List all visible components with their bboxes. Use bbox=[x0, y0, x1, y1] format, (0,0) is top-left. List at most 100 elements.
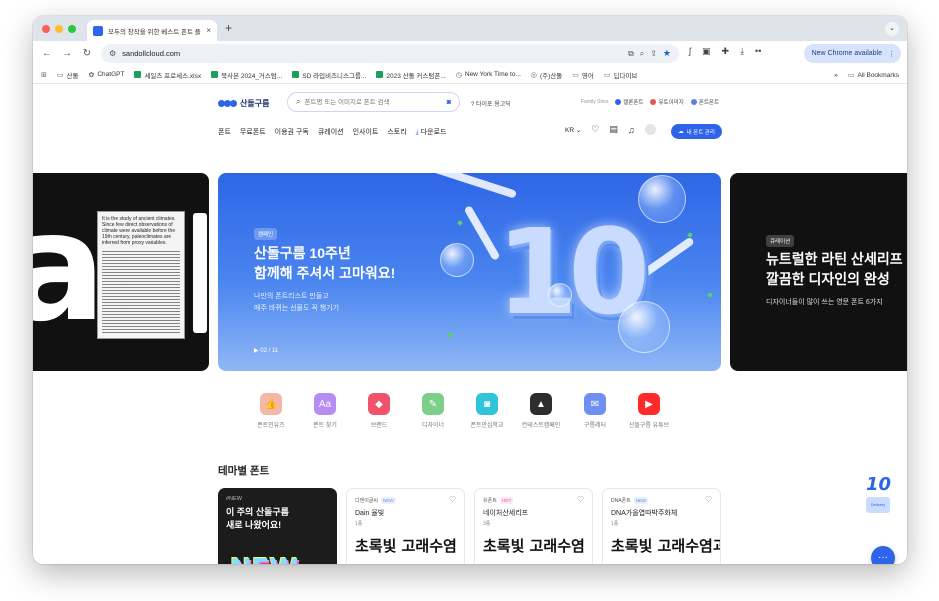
search-icon[interactable]: ⌕ bbox=[296, 97, 300, 107]
nav-subscription[interactable]: 이용권 구독 bbox=[275, 127, 309, 137]
nav-story[interactable]: 스토리 bbox=[387, 127, 406, 137]
carousel-slide-active[interactable]: 10 캠페인 산돌구름 10주년 함께해 주셔서 고마워요! 나만의 폰트리스트… bbox=[218, 173, 721, 371]
new-tab-button[interactable]: + bbox=[225, 21, 232, 35]
heart-icon[interactable]: ♡ bbox=[577, 495, 584, 504]
bookmark-item[interactable]: 북사본 2024_거스텀... bbox=[211, 70, 282, 80]
family-site-label: 폰트폰트 bbox=[698, 100, 720, 106]
bookmark-item[interactable]: ◎ (주)산돌 bbox=[531, 70, 562, 80]
apps-icon[interactable]: ⊞ bbox=[41, 71, 47, 79]
heart-icon[interactable]: ♡ bbox=[449, 495, 456, 504]
category-item[interactable]: ◆ 브랜드 bbox=[359, 393, 399, 429]
category-item[interactable]: 👍 폰트인유즈 bbox=[251, 393, 291, 429]
bookmark-label: (주)산돌 bbox=[539, 72, 563, 80]
my-font-button[interactable]: ☁ 내 폰트 관리 bbox=[671, 124, 722, 139]
font-card-meta: 유폰트 HOT bbox=[483, 497, 514, 504]
family-site-link[interactable]: 폰트폰트 bbox=[690, 98, 720, 106]
family-site-link[interactable]: 캘론폰트 bbox=[615, 98, 643, 106]
font-search-icon: Aa bbox=[314, 393, 336, 415]
bookmarks-overflow-icon[interactable]: » bbox=[834, 72, 838, 79]
font-card[interactable]: 유폰트 HOT ♡ 네이처산세리프 3종 초록빛 고래수염 bbox=[474, 488, 593, 564]
slide-counter[interactable]: ▶ 02 / 11 bbox=[254, 347, 278, 354]
bookmark-item[interactable]: 세일즈 프로세스.xlsx bbox=[134, 70, 201, 80]
bookmark-item[interactable]: ▭ 딥다이브 bbox=[604, 70, 638, 80]
nav-insight[interactable]: 인사이트 bbox=[353, 127, 379, 137]
extension-icon[interactable]: ʃ bbox=[689, 46, 691, 57]
download-icon[interactable]: ⤓ bbox=[740, 46, 744, 57]
bookmark-item[interactable]: 2023 산돌 커스텀폰... bbox=[376, 70, 446, 80]
bookmark-label: 딥다이브 bbox=[613, 72, 638, 80]
bell-icon[interactable]: ♫ bbox=[628, 125, 635, 135]
nav-download[interactable]: ⤓ 다운로드 bbox=[416, 127, 447, 137]
font-name: 네이처산세리프 bbox=[483, 510, 529, 517]
image-search-icon[interactable]: ◙ bbox=[447, 99, 451, 106]
category-item[interactable]: ✎ 디자이너 bbox=[413, 393, 453, 429]
category-item[interactable]: ▶ 산돌구름 유튜브 bbox=[629, 393, 669, 429]
bookmark-item[interactable]: ✿ ChatGPT bbox=[88, 70, 124, 80]
sheets-icon bbox=[134, 71, 142, 78]
back-icon[interactable]: ← bbox=[37, 48, 57, 59]
tab-search-button[interactable]: ⌄ bbox=[885, 22, 899, 36]
category-item[interactable]: ✉ 구름레터 bbox=[575, 393, 615, 429]
close-window-button[interactable] bbox=[42, 25, 50, 33]
chrome-update-label: New Chrome available bbox=[811, 50, 882, 57]
heart-icon[interactable]: ♡ bbox=[591, 124, 599, 135]
font-sample: 초록빛 고래수염 bbox=[355, 537, 457, 555]
carousel-slide-next[interactable]: 큐레이션 뉴트럴한 라틴 산세리프 깔끔한 디자인의 완성 디자이너들이 많이 … bbox=[730, 173, 907, 371]
nav-free-fonts[interactable]: 무료폰트 bbox=[240, 127, 266, 137]
all-bookmarks-label: All Bookmarks bbox=[857, 71, 899, 79]
bookmark-star-icon[interactable]: ★ bbox=[663, 48, 671, 59]
bookmark-item[interactable]: ▭ 산돌 bbox=[57, 70, 79, 80]
tab-close-icon[interactable]: × bbox=[206, 26, 211, 35]
site-info-icon[interactable]: ⚙ bbox=[109, 49, 116, 58]
address-bar[interactable]: ⚙ sandollcloud.com ⧉ ⌕ ⇪ ★ bbox=[101, 44, 679, 63]
anniversary-float-button[interactable]: 10 Delivery bbox=[866, 474, 894, 524]
bubble-decoration bbox=[618, 301, 670, 353]
url-text[interactable]: sandollcloud.com bbox=[122, 49, 622, 58]
language-select[interactable]: KR ⌄ bbox=[565, 126, 581, 134]
install-app-icon[interactable]: ⧉ bbox=[628, 49, 634, 59]
nav-fonts[interactable]: 폰트 bbox=[218, 127, 231, 137]
maximize-window-button[interactable] bbox=[68, 25, 76, 33]
category-label: 브랜드 bbox=[370, 423, 388, 429]
typo-tip[interactable]: ? 타이포 용고딕 bbox=[471, 99, 511, 108]
minimize-window-button[interactable] bbox=[55, 25, 63, 33]
slide-art-letter: a bbox=[33, 181, 107, 355]
chat-button[interactable]: ··· bbox=[871, 546, 895, 564]
ribbon-decoration bbox=[428, 173, 518, 199]
font-card[interactable]: DNA폰트 NEW ♡ DNA가을엽따박주화체 1종 초록빛 고래수염괴 bbox=[602, 488, 721, 564]
bookmark-label: ChatGPT bbox=[97, 71, 125, 78]
chrome-update-button[interactable]: New Chrome available ⋮ bbox=[803, 44, 901, 63]
avatar[interactable] bbox=[644, 124, 656, 135]
carousel-slide-prev[interactable]: a It is the study of ancient climates. S… bbox=[33, 173, 209, 371]
category-item[interactable]: Aa 폰트 찾기 bbox=[305, 393, 345, 429]
tab-active[interactable]: 모두의 창작을 위한 베스트 폰트 플 × bbox=[87, 20, 217, 41]
slide-art-paper: It is the study of ancient climates. Sin… bbox=[97, 211, 185, 339]
more-menu-icon[interactable]: ⋮ bbox=[888, 50, 895, 58]
font-search-box[interactable]: ⌕ ◙ bbox=[287, 92, 460, 112]
extensions-puzzle-icon[interactable]: ✚ bbox=[722, 46, 730, 57]
font-card[interactable]: 디엔이글씨 NEW ♡ Dain 율빛 1종 초록빛 고래수염 bbox=[346, 488, 465, 564]
bookmark-item[interactable]: ▭ 영어 bbox=[572, 70, 594, 80]
slide-description: 나만의 폰트리스트 만들고 매주 바뀌는 선물도 꼭 챙기기 bbox=[254, 293, 340, 312]
search-input[interactable] bbox=[304, 98, 443, 106]
share-icon[interactable]: ⇪ bbox=[650, 49, 657, 58]
nav-curation[interactable]: 큐레이션 bbox=[318, 127, 344, 137]
reload-icon[interactable]: ↻ bbox=[77, 48, 97, 59]
category-item[interactable]: ▲ 컨테스트캠페인 bbox=[521, 393, 561, 429]
font-count: 1종 bbox=[611, 521, 619, 527]
forward-icon[interactable]: → bbox=[57, 48, 77, 59]
category-item[interactable]: ◙ 폰트만심학교 bbox=[467, 393, 507, 429]
profile-icon[interactable]: •• bbox=[755, 46, 761, 57]
zoom-icon[interactable]: ⌕ bbox=[640, 49, 644, 59]
family-site-link[interactable]: 유토이미지 bbox=[650, 98, 684, 106]
bookmark-item[interactable]: SD 라입비즈니스그룹... bbox=[292, 70, 366, 80]
bubble-decoration bbox=[638, 175, 686, 223]
theme-card-new[interactable]: #NEW 이 주의 산돌구름 새로 나왔어요! NEW bbox=[218, 488, 337, 564]
all-bookmarks-button[interactable]: ▭ All Bookmarks bbox=[848, 71, 899, 80]
heart-icon[interactable]: ♡ bbox=[705, 495, 712, 504]
extension-icon[interactable]: ▣ bbox=[702, 46, 711, 57]
bookmark-item[interactable]: ◷ New York Time to... bbox=[456, 70, 521, 80]
family-site-label: 캘론폰트 bbox=[623, 100, 644, 106]
cart-icon[interactable]: ▤ bbox=[609, 124, 618, 135]
sandoll-logo[interactable]: 산돌구름 bbox=[218, 98, 269, 109]
